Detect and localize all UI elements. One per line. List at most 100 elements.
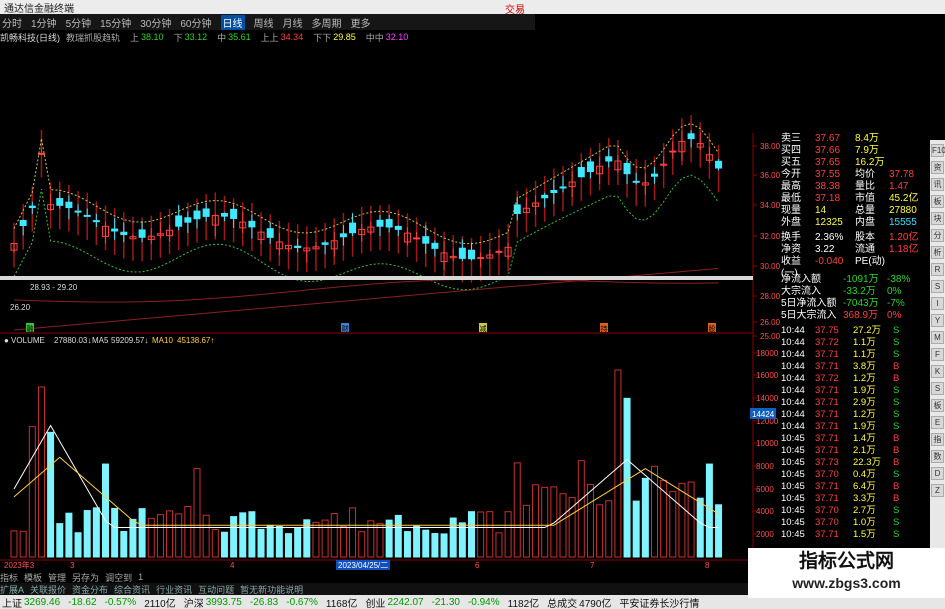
tick-direction: S <box>893 325 900 336</box>
volume-bar <box>193 468 201 558</box>
sidebar-button-17[interactable]: 指 <box>931 433 944 446</box>
stat-value <box>889 256 929 268</box>
sidebar-button-18[interactable]: 数 <box>931 450 944 463</box>
tick-price: 37.70 <box>815 517 839 528</box>
tick-time: 10:44 <box>781 349 805 360</box>
volume-bar <box>596 504 604 558</box>
candle-down <box>321 242 329 245</box>
tick-price: 37.72 <box>815 337 839 348</box>
candle-down <box>339 233 347 238</box>
volume-bar <box>56 523 64 558</box>
tick-bar <box>905 409 913 421</box>
volume-bar <box>376 523 384 558</box>
tick-direction: S <box>893 529 900 540</box>
info-tab-1[interactable]: 关联报价 <box>30 583 66 596</box>
sidebar-button-3[interactable]: 板 <box>931 195 944 208</box>
sidebar-button-2[interactable]: 讯 <box>931 178 944 191</box>
index-name: 创业 <box>365 598 386 609</box>
tick-price: 37.71 <box>815 349 839 360</box>
sidebar-button-0[interactable]: F10 <box>931 144 945 157</box>
tick-volume: 1.2万 <box>853 409 876 420</box>
index-percent: -0.57% <box>104 596 137 608</box>
volume-bar <box>83 510 91 558</box>
sidebar-button-16[interactable]: E <box>931 416 944 429</box>
ask-row: 卖三 37.67 8.4万 <box>781 133 931 145</box>
volume-bar <box>440 533 448 558</box>
flow-value: -1091万 <box>843 274 879 285</box>
index-change: -18.62 <box>68 596 97 608</box>
watermark-title: 指标公式网 <box>798 550 894 572</box>
candle-down <box>349 222 357 234</box>
tick-time: 10:44 <box>781 337 805 348</box>
tick-row: 10:45 37.71 3.3万 B <box>781 493 931 505</box>
stat-value: 3.22 <box>815 244 835 255</box>
volume-bar <box>623 397 631 558</box>
sidebar-button-11[interactable]: M <box>931 331 944 344</box>
sidebar-button-9[interactable]: I <box>931 297 944 310</box>
sidebar-button-8[interactable]: S <box>931 280 944 293</box>
tick-row: 10:44 37.72 1.1万 S <box>781 337 931 349</box>
volume-bar <box>266 524 274 558</box>
tick-bar <box>905 337 913 349</box>
volume-bar <box>449 517 457 558</box>
price-axis-label: 30.00 <box>760 262 781 271</box>
tick-price: 37.71 <box>815 445 839 456</box>
ma-line-yellow <box>13 123 719 245</box>
volume-bar <box>184 505 192 558</box>
volume-bar <box>413 525 421 558</box>
watermark-url: www.zbgs3.com <box>792 575 901 591</box>
tick-row: 10:45 37.70 0.4万 S <box>781 469 931 481</box>
tick-bar <box>905 493 913 505</box>
volume-bar <box>275 525 283 558</box>
stat-label: 最高 <box>781 181 801 192</box>
tick-row: 10:45 37.71 1.5万 S <box>781 529 931 541</box>
candle-down <box>687 133 695 140</box>
candle-down <box>202 208 210 217</box>
stat-label: 流通 <box>855 244 875 255</box>
info-tab-6[interactable]: 暂无新功能说明 <box>240 583 303 596</box>
indicator-tab-5[interactable]: 1 <box>138 572 143 582</box>
flow-label: 净流入额 <box>781 274 821 285</box>
sidebar-button-5[interactable]: 分 <box>931 229 944 242</box>
sidebar-button-14[interactable]: S <box>931 382 944 395</box>
tick-bar <box>905 349 913 361</box>
sidebar-button-15[interactable]: 板 <box>931 399 944 412</box>
tick-row: 10:45 37.71 1.4万 B <box>781 433 931 445</box>
ask-label: 买五 <box>781 157 801 168</box>
volume-bar <box>248 511 256 558</box>
candle-down <box>623 162 631 175</box>
candle-down <box>550 190 558 193</box>
volume-header-0: ● VOLUME <box>4 336 45 345</box>
sidebar-button-10[interactable]: Y <box>931 314 944 327</box>
volume-bar <box>156 514 164 558</box>
tick-volume: 2.7万 <box>853 505 876 516</box>
flow-row: 5日净流入额 -7043万 -7% <box>781 298 931 310</box>
sidebar-button-1[interactable]: 资 <box>931 161 944 174</box>
candle-down <box>422 236 430 244</box>
tick-direction: B <box>893 445 900 456</box>
tick-volume: 1.2万 <box>853 373 876 384</box>
volume-bar <box>431 533 439 558</box>
volume-bar <box>641 477 649 558</box>
volume-bar <box>220 531 228 558</box>
sidebar-button-6[interactable]: 析 <box>931 246 944 259</box>
tick-row: 10:44 37.71 1.2万 S <box>781 409 931 421</box>
volume-header-4: MA10 <box>152 336 173 345</box>
tick-bar <box>905 457 913 469</box>
broker-name[interactable]: 平安证券长沙行情 <box>619 595 699 609</box>
info-tab-2[interactable]: 资金分布 <box>72 583 108 596</box>
index-percent: -0.67% <box>286 596 318 608</box>
sidebar-button-13[interactable]: K <box>931 365 944 378</box>
stat-row: 现量 14 总量 27880 <box>781 205 931 217</box>
flow-percent: -7% <box>887 298 905 309</box>
tick-price: 37.70 <box>815 469 839 480</box>
sidebar-button-4[interactable]: 块 <box>931 212 944 225</box>
volume-bar <box>586 484 594 558</box>
sidebar-button-7[interactable]: R <box>931 263 944 276</box>
sidebar-button-20[interactable]: Z <box>931 484 944 497</box>
event-marker-label: 持 <box>601 324 608 333</box>
sidebar-button-19[interactable]: D <box>931 467 944 480</box>
sidebar-button-12[interactable]: F <box>931 348 944 361</box>
index-amount: 1182亿 <box>507 598 540 609</box>
candle-down <box>468 249 475 260</box>
